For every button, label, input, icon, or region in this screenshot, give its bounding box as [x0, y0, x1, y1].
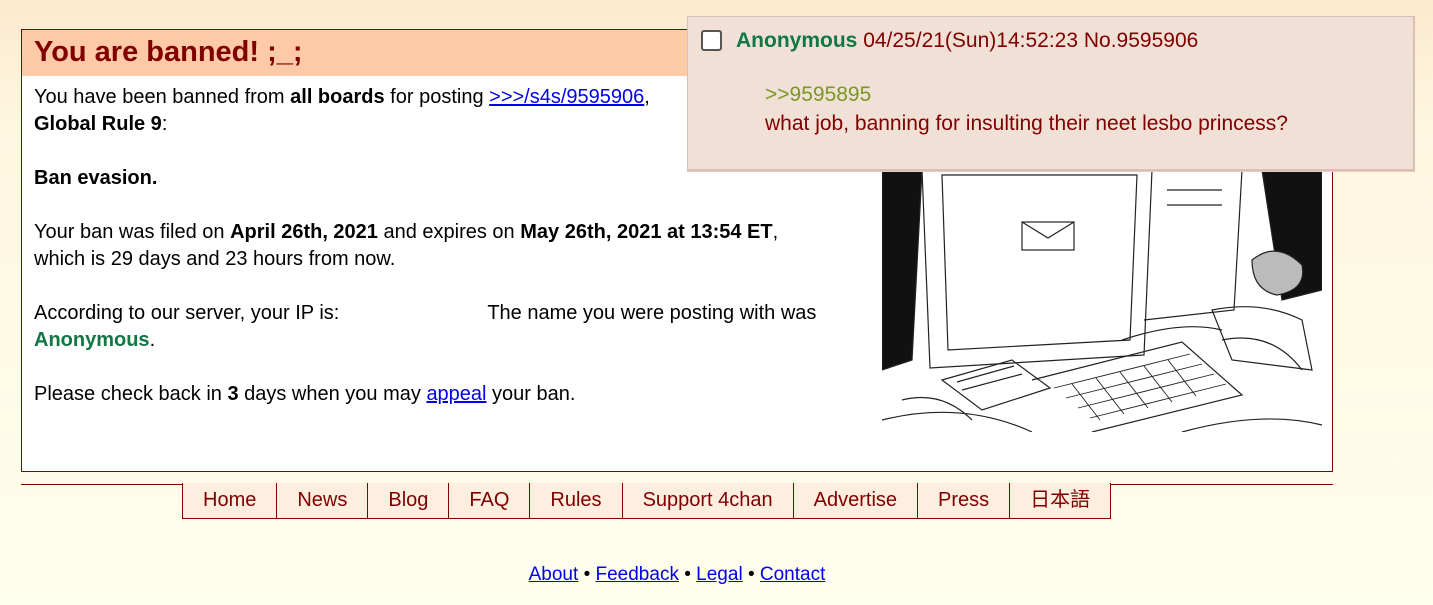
- ban-reason: Ban evasion.: [34, 167, 158, 189]
- ban-text: Please check back in: [34, 383, 228, 405]
- footer-legal-link[interactable]: Legal: [696, 564, 743, 585]
- footer-contact-link[interactable]: Contact: [760, 564, 825, 585]
- sketch-computer-desk-image: [882, 170, 1322, 432]
- ban-filed-date: April 26th, 2021: [230, 221, 378, 243]
- post-author-name: Anonymous: [736, 29, 858, 52]
- ban-remaining: which is 29 days and 23 hours from now.: [34, 248, 396, 270]
- ban-scope: all boards: [290, 86, 385, 108]
- nav-news[interactable]: News: [277, 483, 369, 518]
- post-message: >>9595895 what job, banning for insultin…: [765, 80, 1288, 138]
- nav-faq[interactable]: FAQ: [449, 483, 531, 518]
- footer-separator: •: [747, 564, 755, 585]
- quoted-post-popup: Anonymous 04/25/21(Sun)14:52:23 No.95959…: [687, 16, 1415, 171]
- ban-text: .: [149, 329, 156, 351]
- footer-separator: •: [684, 564, 691, 585]
- nav-support[interactable]: Support 4chan: [623, 483, 794, 518]
- ban-appeal-days: 3: [227, 383, 239, 405]
- nav-japanese[interactable]: 日本語: [1010, 483, 1110, 518]
- ban-text: Your ban was filed on: [34, 221, 231, 243]
- ban-dates-line: Your ban was filed on April 26th, 2021 a…: [34, 219, 874, 273]
- footer-nav: Home News Blog FAQ Rules Support 4chan A…: [182, 483, 1112, 519]
- ban-name-text: The name you were posting with was: [487, 302, 817, 324]
- ban-text: your ban.: [486, 383, 576, 405]
- nav-advertise[interactable]: Advertise: [794, 483, 919, 518]
- ban-poster-name: Anonymous: [34, 329, 150, 351]
- banned-post-link[interactable]: >>>/s4s/9595906: [489, 86, 644, 108]
- appeal-link[interactable]: appeal: [426, 383, 486, 405]
- post-header: Anonymous 04/25/21(Sun)14:52:23 No.95959…: [736, 29, 1198, 53]
- ban-text: :: [161, 113, 168, 135]
- ban-rule: Global Rule 9: [34, 113, 162, 135]
- post-select-checkbox[interactable]: [701, 30, 722, 51]
- post-quote-link[interactable]: >>9595895: [765, 80, 1288, 109]
- nav-home[interactable]: Home: [183, 483, 278, 518]
- footer-links: About • Feedback • Legal • Contact: [0, 564, 1354, 586]
- ban-ip-text: According to our server, your IP is:: [34, 302, 340, 324]
- ban-text: and expires on: [377, 221, 521, 243]
- ban-text: ,: [644, 86, 650, 108]
- ban-text: ,: [772, 221, 779, 243]
- ban-text: for posting: [384, 86, 490, 108]
- ban-ip-line: According to our server, your IP is: The …: [34, 300, 874, 354]
- nav-press[interactable]: Press: [918, 483, 1011, 518]
- post-datetime: 04/25/21(Sun)14:52:23: [863, 29, 1079, 52]
- ban-text: You have been banned from: [34, 86, 291, 108]
- ban-text: days when you may: [238, 383, 427, 405]
- post-number[interactable]: No.9595906: [1084, 29, 1198, 52]
- footer-about-link[interactable]: About: [529, 564, 579, 585]
- ban-expires-date: May 26th, 2021 at 13:54 ET: [520, 221, 773, 243]
- nav-rules[interactable]: Rules: [530, 483, 623, 518]
- nav-blog[interactable]: Blog: [368, 483, 450, 518]
- post-text: what job, banning for insulting their ne…: [765, 112, 1288, 135]
- ban-appeal-line: Please check back in 3 days when you may…: [34, 381, 874, 408]
- footer-separator: •: [583, 564, 591, 585]
- footer-feedback-link[interactable]: Feedback: [596, 564, 679, 585]
